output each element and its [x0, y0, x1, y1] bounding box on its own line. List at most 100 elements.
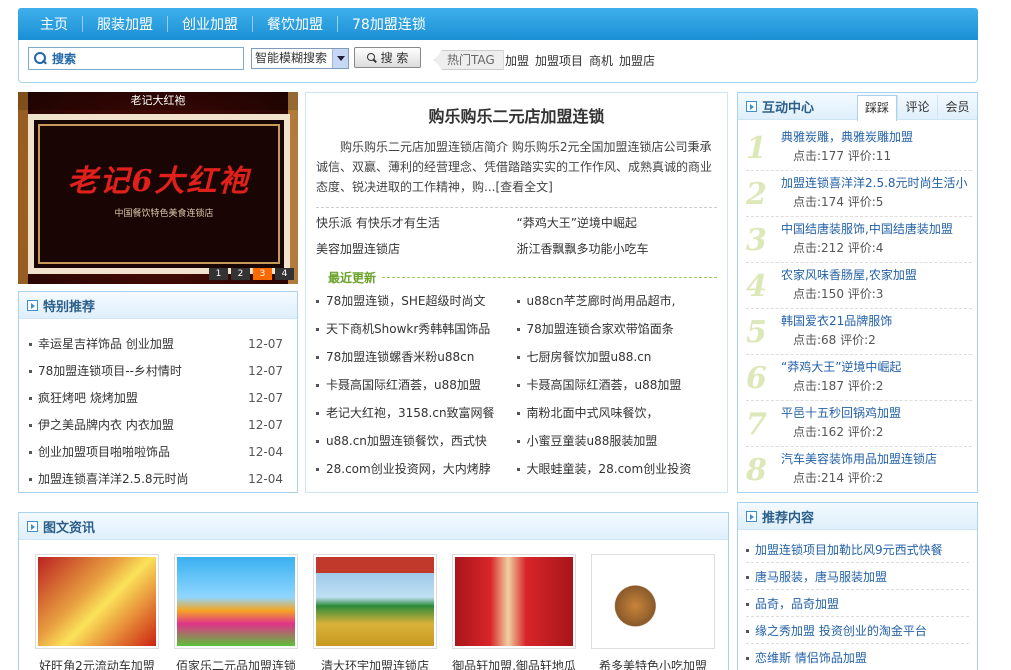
- slide-page-button-active[interactable]: 3: [253, 268, 272, 280]
- latest-item[interactable]: u88cn芊芝廊时尚用品超市,: [516, 292, 718, 309]
- picture-caption[interactable]: 清大环宇加盟连锁店: [313, 657, 437, 670]
- list-item[interactable]: 恋维斯 情侣饰品加盟: [746, 644, 969, 670]
- rank-title[interactable]: 加盟连锁喜洋洋2.5.8元时尚生活小: [781, 174, 973, 191]
- picture-card[interactable]: 御品轩加盟,御品轩地瓜: [452, 554, 576, 670]
- article-link[interactable]: 快乐派 有快乐才有生活: [316, 214, 517, 231]
- nav-apparel[interactable]: 服装加盟: [83, 14, 167, 34]
- tab-members[interactable]: 会员: [937, 95, 977, 119]
- thumbnail[interactable]: [35, 554, 159, 649]
- featured-slideshow[interactable]: 老记6大红袍 中国餐饮特色美食连锁店 老记大红袍 1 2 3 4: [18, 92, 298, 284]
- picture-card[interactable]: 佰家乐二元品加盟连锁: [174, 554, 298, 670]
- latest-item[interactable]: 78加盟连锁螺香米粉u88cn: [316, 348, 517, 365]
- tab-trample[interactable]: 踩踩: [857, 95, 897, 121]
- list-item[interactable]: 78加盟连锁项目--乡村情时 12-07: [29, 357, 283, 384]
- latest-item[interactable]: 卡聂高国际红酒荟，u88加盟: [516, 376, 718, 393]
- picture-card[interactable]: 希多美特色小吃加盟: [591, 554, 715, 670]
- latest-item[interactable]: 南粉北面中式风味餐饮，: [516, 404, 718, 421]
- item-title[interactable]: 78加盟连锁项目--乡村情时: [38, 364, 182, 378]
- latest-list: 78加盟连锁，SHE超级时尚文 u88cn芊芝廊时尚用品超市, 天下商机Show…: [316, 292, 717, 477]
- latest-item[interactable]: 小蜜豆童装u88服装加盟: [516, 432, 718, 449]
- picture-caption[interactable]: 希多美特色小吃加盟: [591, 657, 715, 670]
- thumbnail[interactable]: [452, 554, 576, 649]
- chevron-down-icon[interactable]: [332, 49, 348, 68]
- ranking-item: 7 平邑十五秒回锅鸡加盟 点击:162 评价:2: [746, 401, 972, 447]
- item-date: 12-07: [248, 336, 283, 351]
- latest-item[interactable]: 78加盟连锁合家欢带馅面条: [516, 320, 718, 337]
- ranking-list: 1 典雅炭雕，典雅炭雕加盟 点击:177 评价:11 2 加盟连锁喜洋洋2.5.8元时…: [746, 125, 972, 493]
- search-input[interactable]: 搜索: [28, 47, 244, 70]
- rank-stats: 点击:150 评价:3: [793, 287, 884, 301]
- panel-header: 图文资讯: [19, 513, 728, 540]
- thumbnail[interactable]: [174, 554, 298, 649]
- item-title[interactable]: 疯狂烤吧 烧烤加盟: [38, 391, 138, 405]
- list-item[interactable]: 加盟连锁喜洋洋2.5.8元时尚 12-04: [29, 465, 283, 492]
- latest-item[interactable]: 七厨房餐饮加盟u88.cn: [516, 348, 718, 365]
- search-button[interactable]: 搜 索: [354, 47, 421, 68]
- slide-page-button[interactable]: 2: [231, 268, 250, 280]
- thumbnail[interactable]: [591, 554, 715, 649]
- picture-caption[interactable]: 佰家乐二元品加盟连锁: [174, 657, 298, 670]
- list-item[interactable]: 疯狂烤吧 烧烤加盟 12-07: [29, 384, 283, 411]
- article-link[interactable]: 美容加盟连锁店: [316, 240, 517, 257]
- picture-card[interactable]: 清大环宇加盟连锁店: [313, 554, 437, 670]
- picture-caption[interactable]: 御品轩加盟,御品轩地瓜: [452, 657, 576, 670]
- panel-title: 图文资讯: [43, 520, 96, 536]
- arrow-box-icon: [27, 520, 38, 532]
- list-item[interactable]: 幸运星吉祥饰品 创业加盟 12-07: [29, 330, 283, 357]
- thumbnail[interactable]: [313, 554, 437, 649]
- latest-item[interactable]: u88.cn加盟连锁餐饮，西式快: [316, 432, 517, 449]
- arrow-box-icon: [746, 100, 757, 112]
- nav-78[interactable]: 78加盟连锁: [338, 14, 440, 34]
- rank-title[interactable]: 汽车美容装饰用品加盟连锁店: [781, 450, 973, 467]
- item-title[interactable]: 幸运星吉祥饰品 创业加盟: [38, 337, 174, 351]
- hot-tag-label: 热门TAG: [434, 50, 504, 70]
- slide-page-button[interactable]: 4: [275, 268, 294, 280]
- list-item[interactable]: 缘之秀加盟 投资创业的淘金平台: [746, 617, 969, 644]
- list-item[interactable]: 伊之美品牌内衣 内衣加盟 12-07: [29, 411, 283, 438]
- list-item[interactable]: 唐马服装，唐马服装加盟: [746, 563, 969, 590]
- arrow-box-icon: [27, 299, 38, 311]
- ranking-item: 4 农家风味香肠屋,农家加盟 点击:150 评价:3: [746, 263, 972, 309]
- rank-stats: 点击:187 评价:2: [793, 379, 884, 393]
- tag-link[interactable]: 加盟: [505, 52, 529, 69]
- rank-title[interactable]: “莽鸡大王”逆境中崛起: [781, 358, 973, 375]
- article-link[interactable]: 浙江香飘飘多功能小吃车: [517, 240, 718, 257]
- panel-header: 互动中心 踩踩 评论 会员: [738, 93, 977, 121]
- list-item[interactable]: 品奇，品奇加盟: [746, 590, 969, 617]
- slide-page-button[interactable]: 1: [209, 268, 228, 280]
- list-item[interactable]: 加盟连锁项目加勒比风9元西式快餐: [746, 536, 969, 563]
- nav-home[interactable]: 主页: [26, 14, 82, 34]
- rank-title[interactable]: 农家风味香肠屋,农家加盟: [781, 266, 973, 283]
- rank-stats: 点击:174 评价:5: [793, 195, 884, 209]
- recommend-list: 加盟连锁项目加勒比风9元西式快餐 唐马服装，唐马服装加盟 品奇，品奇加盟 缘之秀…: [738, 530, 977, 670]
- rank-title[interactable]: 平邑十五秒回锅鸡加盟: [781, 404, 973, 421]
- tag-link[interactable]: 加盟项目: [535, 52, 583, 69]
- item-title[interactable]: 创业加盟项目啪啪啦饰品: [38, 445, 170, 459]
- tag-link[interactable]: 商机: [589, 52, 613, 69]
- slide-sign-subtext: 中国餐饮特色美食连锁店: [114, 209, 214, 219]
- tab-comments[interactable]: 评论: [897, 95, 937, 119]
- interaction-center-panel: 互动中心 踩踩 评论 会员 1 典雅炭雕，典雅炭雕加盟 点击:177 评价:11 2…: [737, 92, 978, 493]
- latest-item[interactable]: 天下商机Showkr秀韩韩国饰品: [316, 320, 517, 337]
- hot-tags: 加盟 加盟项目 商机 加盟店: [505, 52, 655, 69]
- item-title[interactable]: 伊之美品牌内衣 内衣加盟: [38, 418, 174, 432]
- latest-item[interactable]: 78加盟连锁，SHE超级时尚文: [316, 292, 517, 309]
- picture-caption[interactable]: 好旺角2元流动车加盟: [35, 657, 159, 670]
- picture-card[interactable]: 好旺角2元流动车加盟: [35, 554, 159, 670]
- article-title[interactable]: 购乐购乐二元店加盟连锁: [306, 103, 727, 127]
- latest-item[interactable]: 卡聂高国际红酒荟，u88加盟: [316, 376, 517, 393]
- article-link[interactable]: “莽鸡大王”逆境中崛起: [517, 214, 718, 231]
- rank-title[interactable]: 典雅炭雕，典雅炭雕加盟: [781, 128, 973, 145]
- list-item[interactable]: 创业加盟项目啪啪啦饰品 12-04: [29, 438, 283, 465]
- rank-title[interactable]: 韩国爱衣21品牌服饰: [781, 312, 973, 329]
- nav-food[interactable]: 餐饮加盟: [253, 14, 337, 34]
- ranking-item: 1 典雅炭雕，典雅炭雕加盟 点击:177 评价:11: [746, 125, 972, 171]
- latest-item[interactable]: 28.com创业投资网，大内烤脖: [316, 460, 517, 477]
- search-mode-select[interactable]: 智能模糊搜索: [251, 48, 349, 69]
- nav-startup[interactable]: 创业加盟: [168, 14, 252, 34]
- tag-link[interactable]: 加盟店: [619, 52, 655, 69]
- latest-item[interactable]: 老记大红袍，3158.cn致富网餐: [316, 404, 517, 421]
- latest-item[interactable]: 大眼蛙童装，28.com创业投资: [516, 460, 718, 477]
- item-title[interactable]: 加盟连锁喜洋洋2.5.8元时尚: [38, 472, 189, 486]
- rank-title[interactable]: 中国结唐装服饰,中国结唐装加盟: [781, 220, 973, 237]
